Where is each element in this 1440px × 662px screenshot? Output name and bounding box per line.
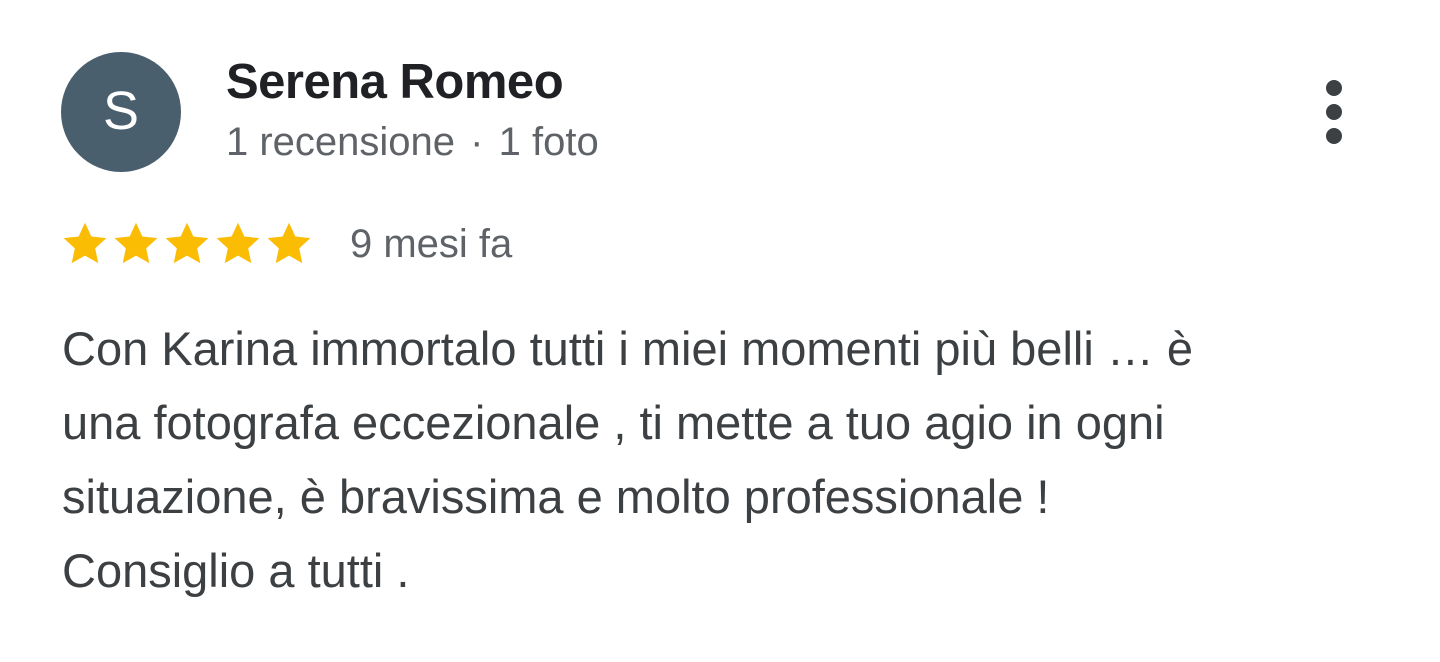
meta-separator: · bbox=[470, 120, 484, 164]
review-text-line: Con Karina immortalo tutti i miei moment… bbox=[62, 322, 1194, 375]
star-icon bbox=[162, 219, 212, 269]
star-icon bbox=[213, 219, 263, 269]
author-name[interactable]: Serena Romeo bbox=[226, 54, 564, 110]
review-text-line: Consiglio a tutti . bbox=[62, 544, 410, 597]
more-vert-icon bbox=[1326, 80, 1342, 144]
more-options-button[interactable] bbox=[1310, 74, 1358, 150]
review-date: 9 mesi fa bbox=[350, 221, 513, 266]
review-card: S Serena Romeo 1 recensione · 1 foto 9 m… bbox=[0, 0, 1440, 662]
star-icon bbox=[264, 219, 314, 269]
star-rating bbox=[60, 219, 315, 269]
star-icon bbox=[60, 219, 110, 269]
rating-row: 9 mesi fa bbox=[60, 216, 512, 272]
avatar[interactable]: S bbox=[61, 52, 181, 172]
review-count: 1 recensione bbox=[226, 120, 456, 164]
star-icon bbox=[111, 219, 161, 269]
photo-count: 1 foto bbox=[498, 120, 599, 164]
avatar-initial: S bbox=[102, 81, 140, 141]
review-text-line: situazione, è bravissima e molto profess… bbox=[62, 470, 1050, 523]
author-meta: 1 recensione · 1 foto bbox=[226, 120, 599, 165]
review-text: Con Karina immortalo tutti i miei moment… bbox=[62, 312, 1362, 608]
review-text-line: una fotografa eccezionale , ti mette a t… bbox=[62, 396, 1165, 449]
